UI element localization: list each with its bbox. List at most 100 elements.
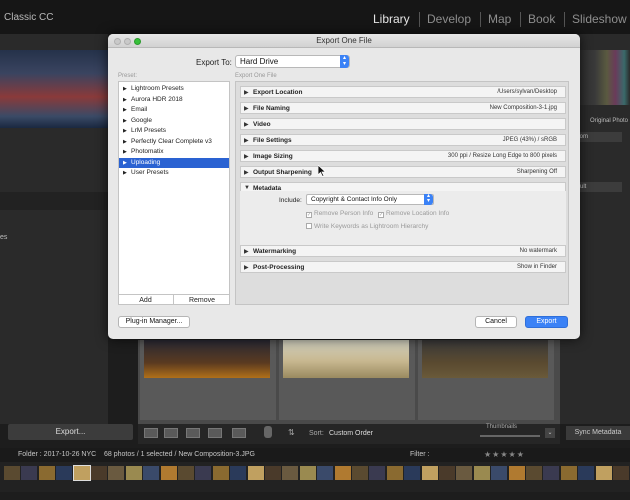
filmstrip-thumbnail[interactable] [247, 466, 264, 480]
preset-folder-item[interactable]: ▶ Email [119, 105, 229, 115]
section-header-video[interactable]: ▶ Video [240, 118, 566, 130]
filmstrip-thumbnail[interactable] [38, 466, 55, 480]
filmstrip-thumbnail[interactable] [369, 466, 386, 480]
survey-view-icon[interactable] [208, 428, 222, 438]
filmstrip-thumbnail[interactable] [491, 466, 508, 480]
filmstrip-thumbnail[interactable] [578, 466, 595, 480]
thumbnails-slider[interactable] [480, 435, 540, 437]
filmstrip-thumbnail[interactable] [72, 465, 91, 481]
module-book[interactable]: Book [528, 12, 555, 26]
triangle-right-icon[interactable]: ▶ [244, 264, 249, 271]
disclosure-triangle-icon[interactable]: ▶ [123, 84, 129, 94]
compare-view-icon[interactable] [186, 428, 200, 438]
filmstrip-thumbnail[interactable] [21, 466, 38, 480]
preset-folder-item[interactable]: ▶ User Presets [119, 168, 229, 178]
filmstrip-thumbnail[interactable] [526, 466, 542, 480]
grid-view-icon[interactable] [144, 428, 158, 438]
disclosure-triangle-icon[interactable]: ▶ [123, 137, 129, 147]
triangle-right-icon[interactable]: ▶ [244, 153, 249, 160]
add-preset-button[interactable]: Add [118, 294, 174, 305]
plugin-manager-button[interactable]: Plug-in Manager... [118, 316, 190, 328]
filmstrip-thumbnail[interactable] [4, 466, 20, 480]
section-header-image-sizing[interactable]: ▶ Image Sizing 300 ppi / Resize Long Edge … [240, 150, 566, 162]
filmstrip-thumbnail[interactable] [560, 466, 577, 480]
disclosure-triangle-icon[interactable]: ▶ [123, 126, 129, 136]
filmstrip-thumbnail[interactable] [317, 466, 334, 480]
filmstrip-thumbnail[interactable] [282, 466, 299, 480]
navigator-preview[interactable] [0, 50, 108, 128]
filmstrip-thumbnail[interactable] [125, 466, 142, 480]
module-develop[interactable]: Develop [427, 12, 471, 26]
triangle-right-icon[interactable]: ▶ [244, 137, 249, 144]
preset-folder-item[interactable]: ▶ LrM Presets [119, 126, 229, 136]
grid-cell[interactable] [279, 340, 415, 420]
disclosure-triangle-icon[interactable]: ▶ [123, 105, 129, 115]
filmstrip-thumbnail[interactable] [230, 466, 247, 480]
filmstrip-thumbnail[interactable] [265, 466, 281, 480]
sync-metadata-button[interactable]: Sync Metadata [566, 426, 630, 440]
triangle-right-icon[interactable]: ▶ [244, 169, 249, 176]
filmstrip-thumbnail[interactable] [334, 466, 351, 480]
export-to-select[interactable]: Hard Drive ▴ ▾ [235, 55, 350, 68]
sort-select[interactable]: Custom Order [329, 430, 373, 437]
grid-cell[interactable] [140, 340, 276, 420]
disclosure-triangle-icon[interactable]: ▶ [123, 168, 129, 178]
sort-direction-icon[interactable]: ⇅ [288, 428, 295, 437]
people-view-icon[interactable] [232, 428, 246, 438]
triangle-right-icon[interactable]: ▶ [244, 121, 249, 128]
disclosure-triangle-icon[interactable]: ▶ [123, 116, 129, 126]
filmstrip-thumbnail[interactable] [56, 466, 73, 480]
remove-location-info-checkbox[interactable]: ✓ Remove Location Info [378, 210, 449, 218]
section-header-watermarking[interactable]: ▶ Watermarking No watermark [240, 245, 566, 257]
filmstrip-thumbnail[interactable] [404, 466, 421, 480]
filmstrip-thumbnail[interactable] [299, 466, 316, 480]
toolbar-menu-icon[interactable]: ⌄ [545, 428, 555, 438]
write-keywords-checkbox[interactable]: Write Keywords as Lightroom Hierarchy [306, 223, 428, 230]
library-export-button[interactable]: Export... [8, 424, 133, 440]
disclosure-triangle-icon[interactable]: ▶ [123, 147, 129, 157]
triangle-right-icon[interactable]: ▶ [244, 248, 249, 255]
preset-folder-item[interactable]: ▶ Perfectly Clear Complete v3 [119, 137, 229, 147]
spray-can-icon[interactable] [264, 426, 272, 438]
filmstrip-thumbnail[interactable] [91, 466, 107, 480]
filmstrip-thumbnail[interactable] [195, 466, 212, 480]
include-select[interactable]: Copyright & Contact Info Only ▴ ▾ [306, 193, 434, 205]
filmstrip-thumbnail[interactable] [160, 466, 177, 480]
filmstrip-thumbnail[interactable] [108, 466, 125, 480]
rating-filter-stars-icon[interactable]: ★★★★★ [484, 450, 525, 459]
filmstrip-thumbnail[interactable] [178, 466, 194, 480]
section-header-output-sharpening[interactable]: ▶ Output Sharpening Sharpening Off [240, 166, 566, 178]
module-library[interactable]: Library [373, 12, 410, 26]
filmstrip-thumbnail[interactable] [508, 466, 525, 480]
section-header-file-settings[interactable]: ▶ File Settings JPEG (43%) / sRGB [240, 134, 566, 146]
preset-folder-item[interactable]: ▶ Photomatix [119, 147, 229, 157]
grid-cell[interactable] [418, 340, 554, 420]
filmstrip-thumbnail[interactable] [613, 466, 629, 480]
preset-folder-item[interactable]: ▶ Lightroom Presets [119, 84, 229, 94]
filmstrip-thumbnail[interactable] [595, 466, 612, 480]
module-map[interactable]: Map [488, 12, 511, 26]
triangle-right-icon[interactable]: ▶ [244, 105, 249, 112]
filmstrip-thumbnail[interactable] [212, 466, 229, 480]
remove-preset-button[interactable]: Remove [174, 294, 230, 305]
section-header-file-naming[interactable]: ▶ File Naming New Composition-3-1.jpg [240, 102, 566, 114]
filmstrip-thumbnail[interactable] [439, 466, 455, 480]
triangle-right-icon[interactable]: ▶ [244, 89, 249, 96]
filmstrip-thumbnail[interactable] [386, 466, 403, 480]
preset-folder-item[interactable]: ▶ Google [119, 116, 229, 126]
filmstrip-thumbnail[interactable] [473, 466, 490, 480]
filmstrip-thumbnail[interactable] [352, 466, 368, 480]
filmstrip-thumbnail[interactable] [421, 466, 438, 480]
filmstrip-thumbnail[interactable] [543, 466, 560, 480]
export-button[interactable]: Export [525, 316, 568, 328]
loupe-view-icon[interactable] [164, 428, 178, 438]
disclosure-triangle-icon[interactable]: ▶ [123, 158, 129, 168]
disclosure-triangle-icon[interactable]: ▶ [123, 95, 129, 105]
remove-person-info-checkbox[interactable]: ✓ Remove Person Info [306, 210, 373, 218]
section-header-post-processing[interactable]: ▶ Post-Processing Show in Finder [240, 261, 566, 273]
filmstrip-thumbnail[interactable] [143, 466, 160, 480]
preset-folder-item[interactable]: ▶ Aurora HDR 2018 [119, 95, 229, 105]
filmstrip-thumbnail[interactable] [456, 466, 473, 480]
section-header-export-location[interactable]: ▶ Export Location/Users/sylvan/Desktop [240, 86, 566, 98]
module-slideshow[interactable]: Slideshow [572, 12, 627, 26]
